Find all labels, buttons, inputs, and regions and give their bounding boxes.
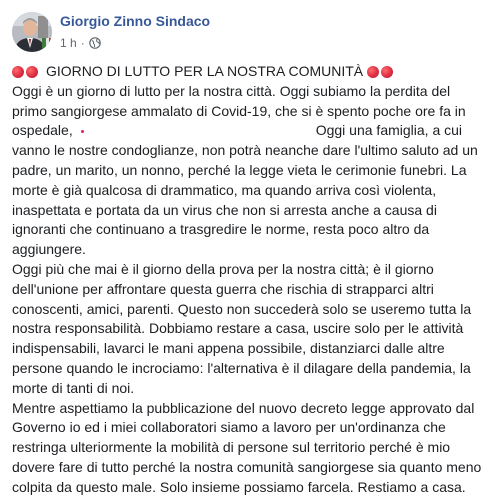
globe-icon[interactable] (88, 37, 101, 49)
red-circle-icon (367, 65, 380, 78)
post-paragraph: Oggi più che mai è il giorno della prova… (12, 260, 472, 396)
post-paragraph: Oggi è un giorno di lutto per la nostra … (12, 82, 484, 260)
meta-separator: · (80, 36, 85, 50)
post-header: Giorgio Zinno Sindaco 1 h · (12, 10, 484, 62)
author-name[interactable]: Giorgio Zinno Sindaco (60, 12, 210, 30)
headline-text: GIORNO DI LUTTO PER LA NOSTRA COMUNITÀ (46, 63, 364, 79)
post-headline: GIORNO DI LUTTO PER LA NOSTRA COMUNITÀ (12, 62, 484, 82)
paragraph-text: Oggi una famiglia, a cui vanno le nostre… (12, 122, 478, 258)
red-circle-icon (12, 65, 24, 78)
red-circle-icon (381, 65, 394, 78)
red-circle-emoji-group (367, 65, 395, 78)
red-circle-emoji-group (12, 65, 40, 78)
facebook-post: Giorgio Zinno Sindaco 1 h · GIORNO DI LU… (0, 0, 496, 495)
post-body: GIORNO DI LUTTO PER LA NOSTRA COMUNITÀ O… (12, 62, 484, 498)
post-meta: 1 h · (60, 34, 210, 52)
redacted-area (84, 131, 316, 132)
post-header-text: Giorgio Zinno Sindaco 1 h · (60, 10, 210, 52)
author-avatar[interactable] (12, 12, 52, 52)
red-circle-icon (26, 65, 38, 78)
post-paragraph: Mentre aspettiamo la pubblicazione del n… (12, 399, 482, 495)
post-timestamp[interactable]: 1 h (60, 34, 77, 52)
avatar-portrait-icon (12, 12, 52, 52)
